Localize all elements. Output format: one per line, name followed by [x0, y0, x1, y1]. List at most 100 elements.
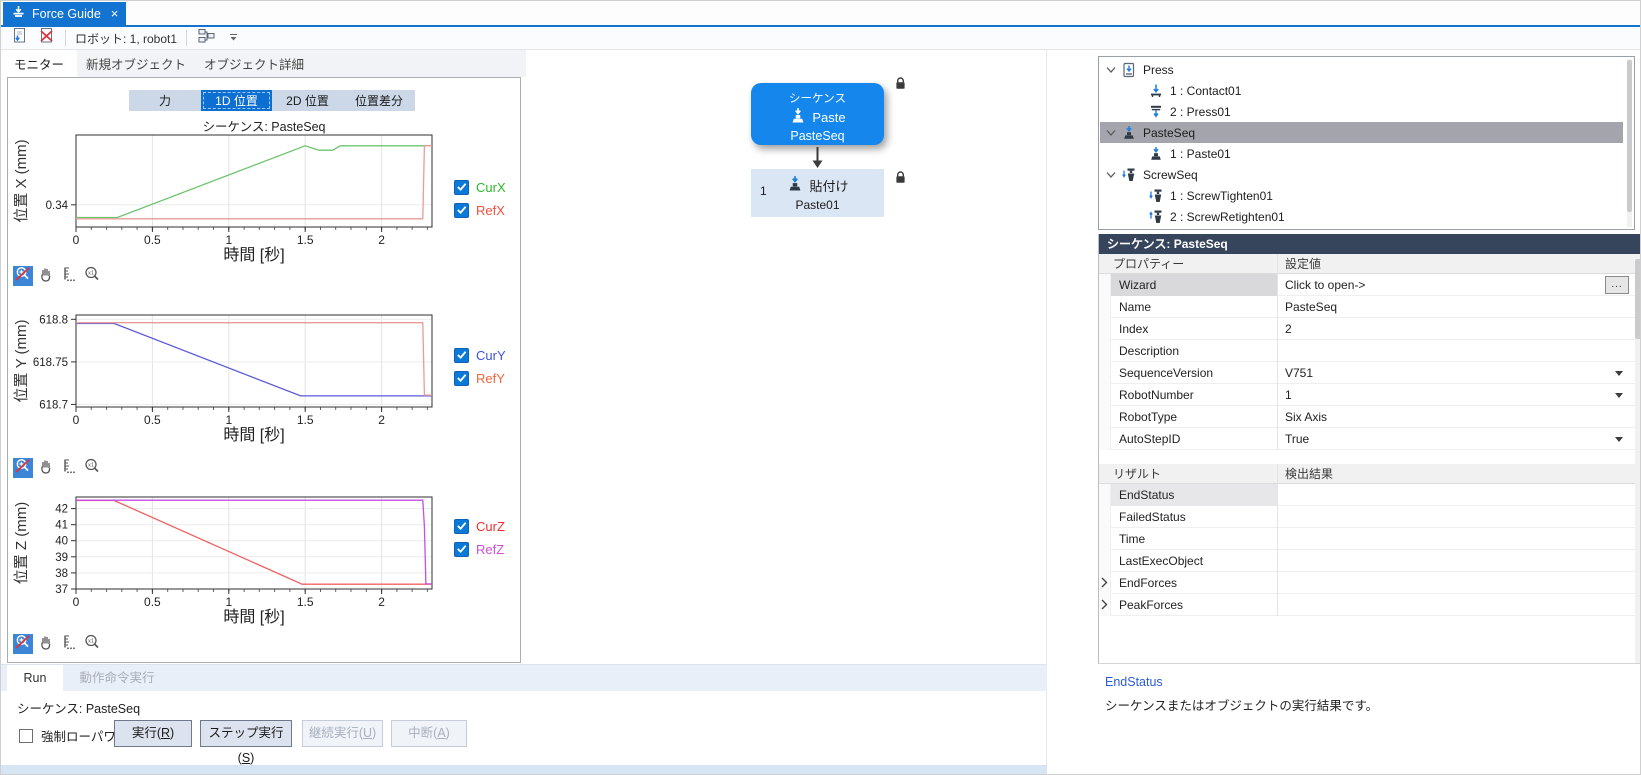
- svg-text:位置 Z (mm): 位置 Z (mm): [13, 502, 30, 584]
- tree-item-pasteseq[interactable]: PasteSeq: [1100, 122, 1623, 143]
- property-value[interactable]: PasteSeq: [1285, 300, 1337, 314]
- toolbar-overflow-button[interactable]: [223, 29, 243, 48]
- pan-button[interactable]: [36, 266, 56, 286]
- axis-scale-button[interactable]: [59, 634, 79, 654]
- svg-text:時間 [秒]: 時間 [秒]: [223, 426, 284, 444]
- svg-text:618.7: 618.7: [39, 399, 68, 411]
- zoom-reset-button[interactable]: x1: [82, 266, 102, 286]
- tree-expander-icon[interactable]: [1106, 129, 1118, 137]
- svg-text:0.5: 0.5: [144, 413, 161, 427]
- tree-expander-icon[interactable]: [1106, 66, 1118, 74]
- property-row-robottype[interactable]: RobotType Six Axis: [1099, 406, 1640, 428]
- refy-checkbox[interactable]: [454, 371, 469, 386]
- row-expand-icon[interactable]: [1101, 599, 1108, 613]
- property-value[interactable]: V751: [1285, 366, 1313, 380]
- property-scrollbar[interactable]: [1635, 254, 1640, 663]
- zoom-select-button[interactable]: [13, 458, 33, 478]
- property-row-name[interactable]: Name PasteSeq: [1099, 296, 1640, 318]
- view-tab-object-details[interactable]: オブジェクト詳細: [195, 50, 313, 77]
- tree-item-press[interactable]: Press: [1100, 59, 1630, 80]
- row-indent: [1099, 318, 1111, 340]
- tree-scrollbar-thumb[interactable]: [1627, 60, 1632, 212]
- tree-item-press01[interactable]: 2 : Press01: [1100, 101, 1630, 122]
- tree-item-paste01[interactable]: 1 : Paste01: [1100, 143, 1630, 164]
- zoom-reset-button[interactable]: x1: [82, 634, 102, 654]
- axis-scale-button[interactable]: [59, 266, 79, 286]
- result-row-failedstatus[interactable]: FailedStatus: [1099, 506, 1640, 528]
- zoom-reset-button[interactable]: x1: [82, 458, 102, 478]
- run-tab-strip: Run 動作命令実行: [1, 664, 1047, 692]
- pan-icon: [37, 457, 55, 480]
- chart-mode-button[interactable]: 2D 位置: [272, 90, 343, 111]
- run-tab-run[interactable]: Run: [7, 665, 63, 692]
- view-tab-monitor[interactable]: モニター: [1, 50, 77, 77]
- tree-expander-icon[interactable]: [1106, 171, 1118, 179]
- property-row-index[interactable]: Index 2: [1099, 318, 1640, 340]
- svg-text:位置 Y (mm): 位置 Y (mm): [13, 319, 30, 402]
- result-row-peakforces[interactable]: PeakForces: [1099, 594, 1640, 616]
- tab-force-guide[interactable]: Force Guide ×: [3, 2, 127, 25]
- tree-item-screwseq[interactable]: ScrewSeq: [1100, 164, 1630, 185]
- flowchart-step-node[interactable]: 1 貼付け Paste01: [751, 169, 884, 217]
- step-run-button[interactable]: ステップ実行(S): [200, 720, 292, 765]
- row-expand-icon[interactable]: [1101, 577, 1108, 591]
- step-node-index: 1: [760, 184, 767, 198]
- dropdown-arrow-icon[interactable]: [1615, 437, 1623, 442]
- row-indent: [1099, 362, 1111, 384]
- refz-checkbox[interactable]: [454, 542, 469, 557]
- chart-position-z[interactable]: 0 0.5 1 1.5 2 42 41 40 39 38 37 位置 Z (mm) 時間 [秒]: [10, 492, 462, 626]
- property-value[interactable]: Click to open->: [1285, 278, 1365, 292]
- run-button[interactable]: 実行(R): [114, 720, 192, 747]
- property-value[interactable]: Six Axis: [1285, 410, 1327, 424]
- property-row-wizard[interactable]: Wizard Click to open->...: [1099, 274, 1640, 296]
- zoom-select-button[interactable]: [13, 634, 33, 654]
- tree-item-screwtighten01[interactable]: 1 : ScrewTighten01: [1100, 185, 1630, 206]
- low-power-checkbox[interactable]: 強制ローパワー: [19, 726, 128, 745]
- curz-checkbox[interactable]: [454, 519, 469, 534]
- property-row-robotnumber[interactable]: RobotNumber 1: [1099, 384, 1640, 406]
- result-row-endforces[interactable]: EndForces: [1099, 572, 1640, 594]
- svg-text:618.8: 618.8: [39, 314, 68, 326]
- property-name: RobotNumber: [1119, 388, 1194, 402]
- tree-scrollbar[interactable]: [1627, 59, 1632, 227]
- tree-item-contact01[interactable]: 1 : Contact01: [1100, 80, 1630, 101]
- wizard-open-button[interactable]: ...: [1605, 276, 1629, 294]
- tree-item-screwretighten01[interactable]: 2 : ScrewRetighten01: [1100, 206, 1630, 227]
- curx-checkbox[interactable]: [454, 180, 469, 195]
- chart-mode-button[interactable]: 1D 位置: [201, 90, 272, 111]
- property-row-description[interactable]: Description: [1099, 340, 1640, 362]
- property-scrollbar-thumb[interactable]: [1635, 259, 1640, 339]
- refx-checkbox[interactable]: [454, 203, 469, 218]
- add-graph-button[interactable]: [9, 28, 29, 48]
- cury-checkbox[interactable]: [454, 348, 469, 363]
- chart-position-x[interactable]: 0 0.5 1 1.5 2 0.34 位置 X (mm) 時間 [秒]: [10, 130, 462, 264]
- chart-mode-button[interactable]: 位置差分: [343, 90, 415, 111]
- pan-button[interactable]: [36, 634, 56, 654]
- property-value[interactable]: True: [1285, 432, 1309, 446]
- property-value[interactable]: 1: [1285, 388, 1292, 402]
- zoom-select-button[interactable]: [13, 266, 33, 286]
- pan-button[interactable]: [36, 458, 56, 478]
- flowchart-layout-button[interactable]: [196, 28, 216, 48]
- dropdown-arrow-icon[interactable]: [1615, 393, 1623, 398]
- flowchart-sequence-node[interactable]: シーケンス Paste PasteSeq: [751, 83, 884, 145]
- delete-graph-button[interactable]: [36, 28, 56, 48]
- result-row-lastexecobject[interactable]: LastExecObject: [1099, 550, 1640, 572]
- property-value[interactable]: 2: [1285, 322, 1292, 336]
- check-icon: [456, 202, 467, 220]
- axis-scale-button[interactable]: [59, 458, 79, 478]
- tree-item-label: 1 : ScrewTighten01: [1170, 188, 1273, 203]
- chart-position-y[interactable]: 0 0.5 1 1.5 2 618.8 618.75 618.7 位置 Y (mm) 時間 [秒]: [10, 310, 462, 444]
- toolbar-separator: [186, 30, 188, 46]
- checkbox-box[interactable]: [19, 728, 33, 743]
- property-row-sequenceversion[interactable]: SequenceVersion V751: [1099, 362, 1640, 384]
- chart-mode-button[interactable]: 力: [129, 90, 201, 111]
- result-row-time[interactable]: Time: [1099, 528, 1640, 550]
- svg-text:0: 0: [73, 233, 80, 247]
- result-row-endstatus[interactable]: EndStatus: [1099, 484, 1640, 506]
- dropdown-arrow-icon[interactable]: [1615, 371, 1623, 376]
- legend-curx: CurX: [454, 180, 506, 195]
- view-tab-new-object[interactable]: 新規オブジェクト: [77, 50, 195, 77]
- close-icon[interactable]: ×: [111, 7, 119, 20]
- property-row-autostepid[interactable]: AutoStepID True: [1099, 428, 1640, 450]
